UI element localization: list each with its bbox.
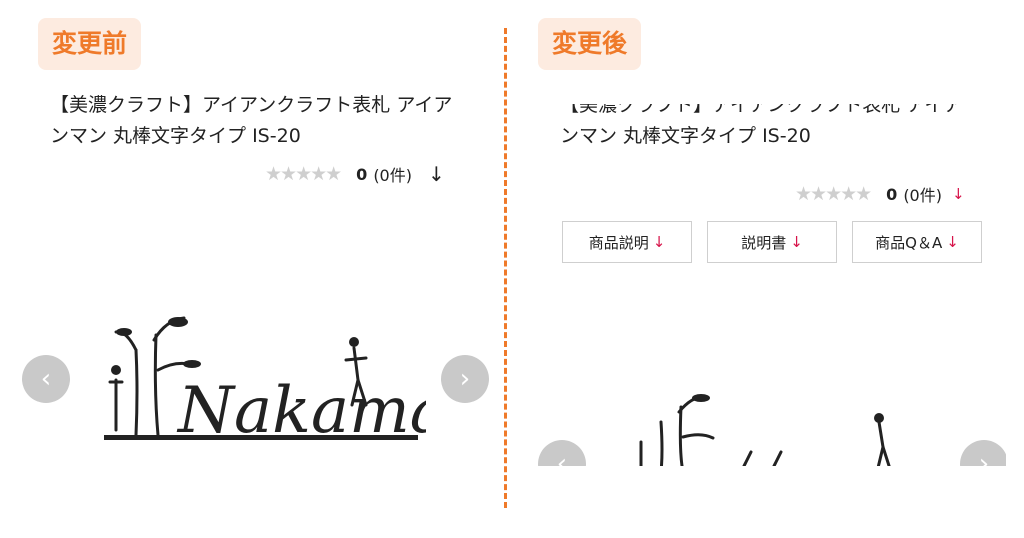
arrow-down-icon: ↓ [790,233,803,251]
after-title-line-2: ンマン 丸棒文字タイプ IS-20 [560,125,811,147]
before-product-title: 【美濃クラフト】アイアンクラフト表札 アイア ンマン 丸棒文字タイプ IS-20 [50,90,452,152]
button-label: 商品説明 [588,233,649,252]
manual-button[interactable]: 説明書 ↓ [707,221,837,263]
before-rating[interactable]: ★★★★★ 0 (0件) ↓ [265,162,445,186]
carousel-next-button[interactable]: › [441,355,489,403]
rating-count: (0件) [373,166,412,185]
after-badge: 変更後 [538,18,642,70]
button-label: 説明書 [741,233,787,252]
carousel-next-button[interactable]: › [960,440,1006,466]
chevron-right-icon: › [459,364,471,394]
rating-stars-icon: ★★★★★ [795,183,872,205]
nameplate-illustration [639,394,891,466]
rating-stars-icon: ★★★★★ [265,163,342,185]
carousel-prev-button[interactable]: ‹ [22,355,70,403]
button-label: 商品Q＆A [875,233,943,252]
product-description-button[interactable]: 商品説明 ↓ [562,221,692,263]
chevron-left-icon: ‹ [556,449,568,466]
chevron-right-icon: › [978,449,990,466]
rating-score: 0 [886,184,898,204]
after-product-title: 【美濃クラフト】アイアンクラフト表札 アイア ンマン 丸棒文字タイプ IS-20 [560,104,1000,156]
before-badge: 変更前 [38,18,142,70]
product-qa-button[interactable]: 商品Q＆A ↓ [852,221,982,263]
arrow-down-icon: ↓ [946,233,959,251]
after-rating[interactable]: ★★★★★ 0 (0件) ↓ [795,182,965,206]
arrow-down-icon: ↓ [652,233,666,251]
carousel-prev-button[interactable]: ‹ [538,440,586,466]
arrow-down-icon: ↓ [427,162,445,186]
before-title-line-1: 【美濃クラフト】アイアンクラフト表札 アイア [50,94,453,116]
rating-count: (0件) [903,186,942,205]
after-title-line-1: 【美濃クラフト】アイアンクラフト表札 アイア [560,104,963,116]
before-product-image: Nakama [96,310,448,450]
chevron-left-icon: ‹ [40,364,52,394]
rating-score: 0 [356,164,368,184]
after-product-image: ‹ › [536,380,1006,466]
arrow-down-icon: ↓ [951,185,965,203]
nameplate-illustration: Nakama [104,316,448,448]
before-title-line-2: ンマン 丸棒文字タイプ IS-20 [50,125,301,147]
section-divider [504,28,507,508]
